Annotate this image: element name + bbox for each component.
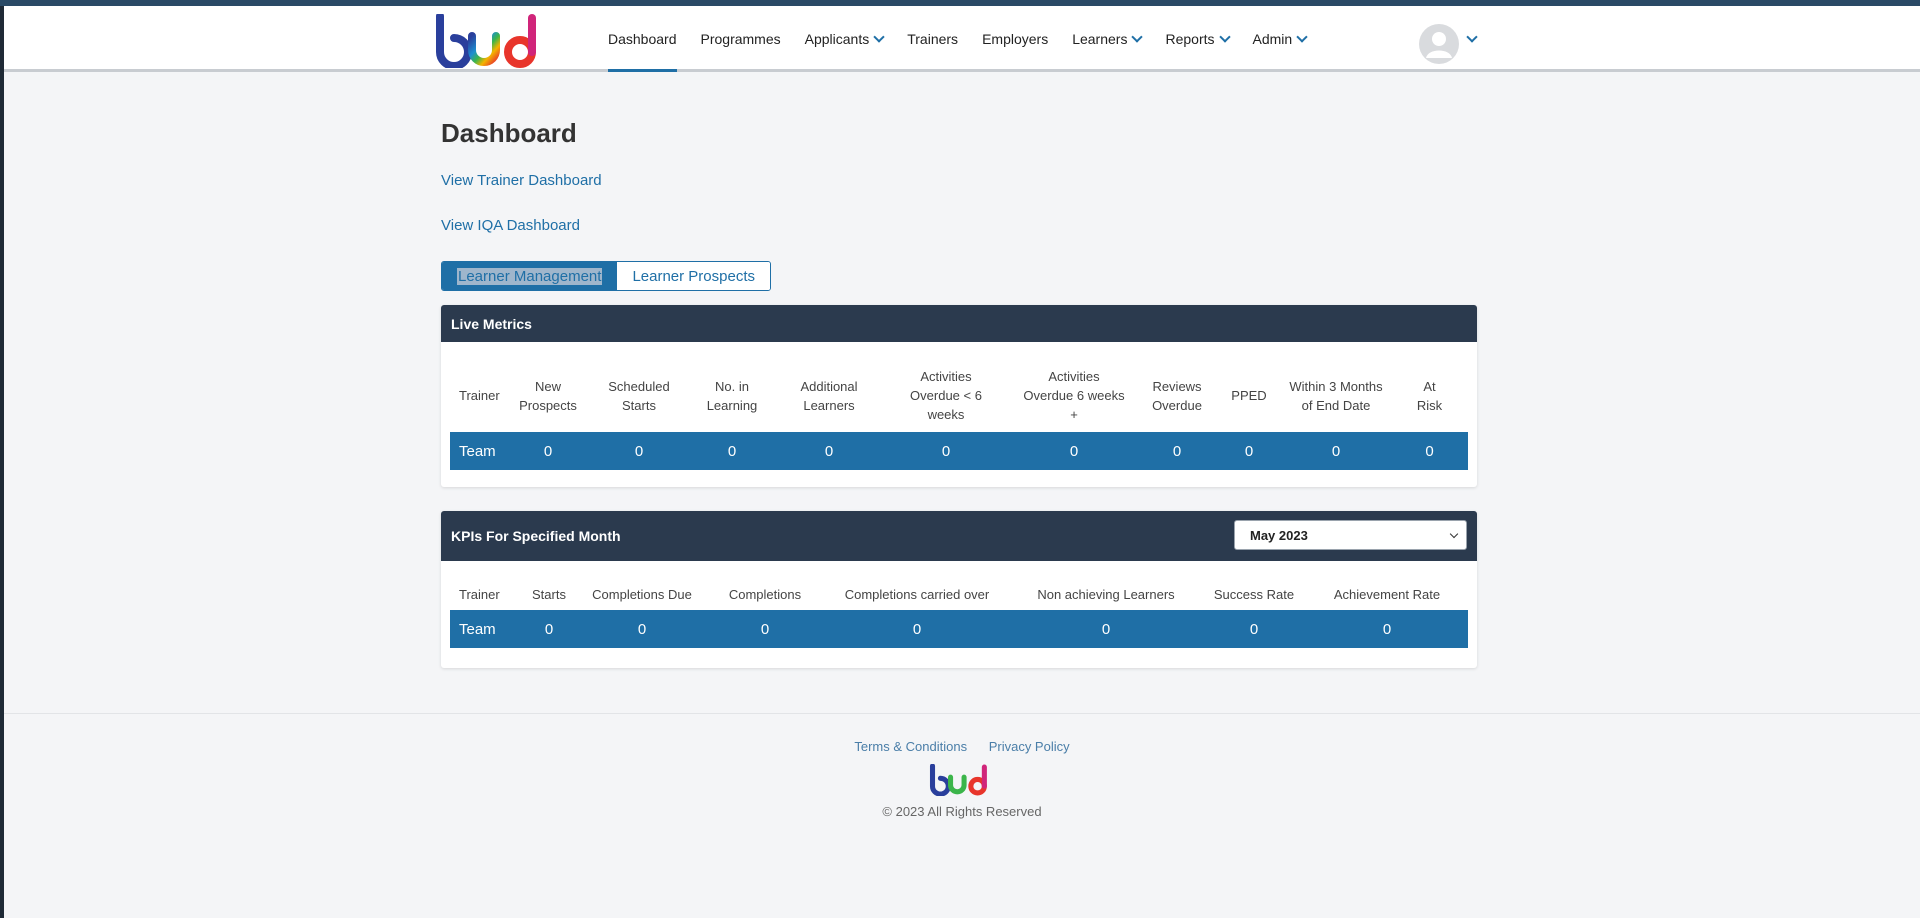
cell-success-rate: 0: [1202, 610, 1306, 648]
chevron-down-icon: [1131, 30, 1144, 43]
main-nav: Dashboard Programmes Applicants Trainers…: [596, 6, 1318, 72]
view-toggle: Learner Management Learner Prospects: [441, 261, 772, 291]
cell-no-in-learning: 0: [687, 432, 777, 470]
cell-activities-overdue-lt6: 0: [881, 432, 1011, 470]
cell-at-risk: 0: [1391, 432, 1468, 470]
page-title: Dashboard: [441, 118, 577, 148]
col-pped: PPED: [1231, 388, 1267, 403]
nav-learners[interactable]: Learners: [1060, 6, 1153, 72]
col-trainer: Trainer: [459, 586, 500, 602]
cell-pped: 0: [1217, 432, 1281, 470]
chevron-down-icon: [873, 30, 885, 43]
footer-links: Terms & Conditions Privacy Policy: [4, 739, 1920, 754]
bud-footer-logo: [929, 764, 987, 796]
col-trainer: Trainer: [459, 388, 500, 403]
col-achievement-rate: Achievement Rate: [1333, 586, 1441, 602]
cell-within-3-months: 0: [1281, 432, 1391, 470]
nav-employers-label: Employers: [982, 31, 1049, 47]
cell-trainer: Team: [450, 432, 505, 470]
chevron-down-icon: [1449, 529, 1459, 539]
cell-additional-learners: 0: [777, 432, 881, 470]
chevron-down-icon: [1218, 30, 1231, 43]
learner-management-toggle[interactable]: Learner Management: [442, 262, 618, 290]
col-reviews-overdue: Reviews Overdue: [1152, 378, 1202, 413]
nav-employers[interactable]: Employers: [970, 6, 1060, 72]
nav-applicants[interactable]: Applicants: [793, 6, 896, 72]
view-iqa-dashboard-link[interactable]: View IQA Dashboard: [441, 217, 580, 234]
nav-reports[interactable]: Reports: [1153, 6, 1240, 72]
table-row: Team 0 0 0 0 0 0 0: [450, 610, 1468, 648]
view-trainer-dashboard-link[interactable]: View Trainer Dashboard: [441, 172, 602, 189]
learner-prospects-toggle[interactable]: Learner Prospects: [617, 262, 771, 290]
chevron-down-icon: [1296, 30, 1308, 43]
kpis-header: KPIs For Specified Month May 2023: [441, 511, 1477, 561]
nav-admin-label: Admin: [1252, 31, 1293, 47]
col-starts: Starts: [532, 586, 566, 602]
live-metrics-header-row: Trainer New Prospects Scheduled Starts No.…: [450, 359, 1468, 432]
kpis-title: KPIs For Specified Month: [451, 528, 621, 544]
kpis-header-row: Trainer Starts Completions Due Completio…: [450, 578, 1468, 610]
cell-completions-due: 0: [578, 610, 706, 648]
cell-completions-carried-over: 0: [824, 610, 1010, 648]
learner-management-label: Learner Management: [457, 267, 603, 285]
cell-trainer: Team: [450, 610, 520, 648]
cell-achievement-rate: 0: [1306, 610, 1468, 648]
learner-prospects-label: Learner Prospects: [632, 267, 756, 285]
col-scheduled-starts: Scheduled Starts: [608, 378, 670, 413]
cell-new-prospects: 0: [505, 432, 591, 470]
live-metrics-title: Live Metrics: [441, 305, 1477, 342]
col-activities-overdue-lt6: Activities Overdue < 6 weeks: [910, 369, 982, 422]
nav-admin[interactable]: Admin: [1241, 6, 1319, 72]
month-select-value: May 2023: [1250, 527, 1308, 543]
bud-logo[interactable]: [432, 14, 542, 68]
col-completions-carried-over: Completions carried over: [844, 586, 990, 602]
copyright: © 2023 All Rights Reserved: [882, 804, 1042, 819]
privacy-link[interactable]: Privacy Policy: [989, 739, 1070, 754]
nav-dashboard[interactable]: Dashboard: [596, 6, 689, 72]
cell-non-achieving-learners: 0: [1010, 610, 1202, 648]
cell-completions: 0: [706, 610, 824, 648]
col-new-prospects: New Prospects: [519, 378, 577, 413]
user-icon: [1426, 32, 1452, 58]
kpis-panel: KPIs For Specified Month May 2023 Traine…: [441, 511, 1477, 668]
nav-reports-label: Reports: [1165, 31, 1215, 47]
header: Dashboard Programmes Applicants Trainers…: [4, 6, 1920, 72]
cell-scheduled-starts: 0: [591, 432, 687, 470]
col-no-in-learning: No. in Learning: [706, 378, 758, 413]
col-activities-overdue-6plus: Activities Overdue 6 weeks +: [1023, 369, 1125, 422]
nav-trainers-label: Trainers: [907, 31, 959, 47]
live-metrics-panel: Live Metrics Trainer New Prospects Schedu…: [441, 305, 1477, 487]
nav-trainers[interactable]: Trainers: [895, 6, 970, 72]
footer: Terms & Conditions Privacy Policy © 2023…: [4, 713, 1920, 918]
month-select[interactable]: May 2023: [1234, 520, 1467, 550]
kpis-table: Trainer Starts Completions Due Completio…: [450, 578, 1468, 648]
nav-applicants-label: Applicants: [804, 31, 870, 47]
col-within-3-months: Within 3 Months of End Date: [1289, 378, 1383, 413]
nav-dashboard-label: Dashboard: [608, 31, 677, 47]
col-non-achieving-learners: Non achieving Learners: [1037, 586, 1175, 602]
col-completions-due: Completions Due: [592, 586, 692, 602]
terms-link[interactable]: Terms & Conditions: [854, 739, 967, 754]
user-avatar[interactable]: [1419, 24, 1459, 64]
cell-activities-overdue-6plus: 0: [1011, 432, 1137, 470]
col-success-rate: Success Rate: [1213, 586, 1295, 602]
col-at-risk: At Risk: [1416, 378, 1443, 413]
table-row: Team 0 0 0 0 0 0 0 0 0 0: [450, 432, 1468, 470]
nav-learners-label: Learners: [1072, 31, 1128, 47]
nav-programmes-label: Programmes: [700, 31, 781, 47]
nav-programmes[interactable]: Programmes: [689, 6, 793, 72]
cell-reviews-overdue: 0: [1137, 432, 1217, 470]
col-additional-learners: Additional Learners: [800, 378, 858, 413]
col-completions: Completions: [728, 586, 802, 602]
live-metrics-table: Trainer New Prospects Scheduled Starts No.…: [450, 359, 1468, 470]
cell-starts: 0: [520, 610, 578, 648]
user-menu-chevron-icon[interactable]: [1466, 31, 1478, 43]
